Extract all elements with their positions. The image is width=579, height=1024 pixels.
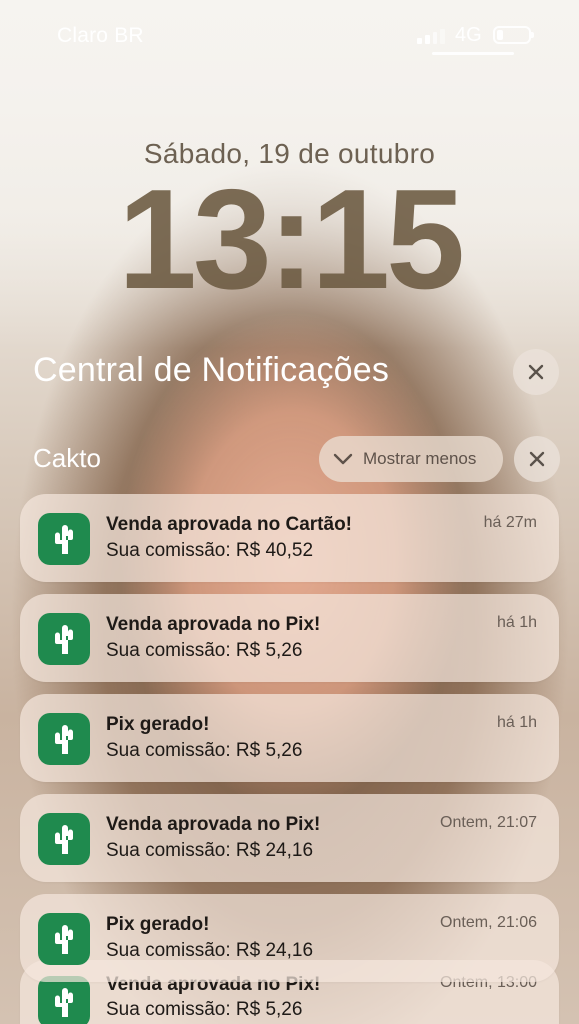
close-icon — [529, 451, 545, 467]
chevron-down-icon — [333, 453, 353, 465]
notification-body: Sua comissão: R$ 40,52 — [106, 540, 314, 561]
notification-card[interactable]: Venda aprovada no Pix! Sua comissão: R$ … — [20, 594, 559, 682]
notification-time: há 27m — [483, 514, 537, 531]
group-close-button[interactable] — [514, 436, 560, 482]
notification-title: Venda aprovada no Pix! — [106, 614, 321, 635]
battery-level — [497, 30, 503, 40]
group-app-name: Cakto — [33, 443, 101, 473]
cactus-icon — [38, 913, 90, 965]
notification-time: há 1h — [496, 614, 537, 631]
notification-card[interactable]: Pix gerado! Sua comissão: R$ 5,26 há 1h — [20, 694, 559, 782]
notification-body: Sua comissão: R$ 5,26 — [106, 640, 303, 661]
notification-body: Sua comissão: R$ 5,26 — [106, 740, 303, 761]
battery-icon — [493, 26, 534, 44]
notification-card[interactable]: Venda aprovada no Cartão! Sua comissão: … — [20, 494, 559, 582]
cactus-icon — [38, 613, 90, 665]
signal-icon — [417, 27, 445, 44]
notification-time: Ontem, 21:06 — [440, 914, 537, 931]
notification-title: Pix gerado! — [106, 714, 210, 735]
cactus-icon — [38, 813, 90, 865]
network-type: 4G — [455, 24, 482, 46]
notification-center-title: Central de Notificações — [33, 351, 390, 389]
notification-time: Ontem, 21:07 — [440, 814, 537, 831]
cactus-icon — [38, 713, 90, 765]
notification-title: Pix gerado! — [106, 914, 210, 935]
notification-center-close-button[interactable] — [513, 349, 559, 395]
lock-time: 13:15 — [117, 160, 465, 319]
notification-time: há 1h — [496, 714, 537, 731]
cactus-icon — [38, 976, 90, 1024]
carrier-name: Claro BR — [57, 24, 144, 47]
status-bar: Claro BR 4G — [0, 0, 579, 70]
show-less-label: Mostrar menos — [363, 449, 477, 468]
show-less-button[interactable]: Mostrar menos — [319, 436, 503, 482]
status-underline — [432, 52, 514, 55]
notification-card[interactable]: Pix gerado! Sua comissão: R$ 24,16 Ontem… — [20, 894, 559, 982]
notification-title: Venda aprovada no Cartão! — [106, 514, 353, 535]
close-icon — [528, 364, 544, 380]
notification-body: Sua comissão: R$ 24,16 — [106, 940, 314, 961]
notification-card[interactable]: Venda aprovada no Pix! Sua comissão: R$ … — [20, 794, 559, 882]
notification-body: Sua comissão: R$ 24,16 — [106, 840, 314, 861]
cactus-icon — [38, 513, 90, 565]
notification-title: Venda aprovada no Pix! — [106, 814, 321, 835]
notification-body: Sua comissão: R$ 5,26 — [106, 999, 303, 1020]
